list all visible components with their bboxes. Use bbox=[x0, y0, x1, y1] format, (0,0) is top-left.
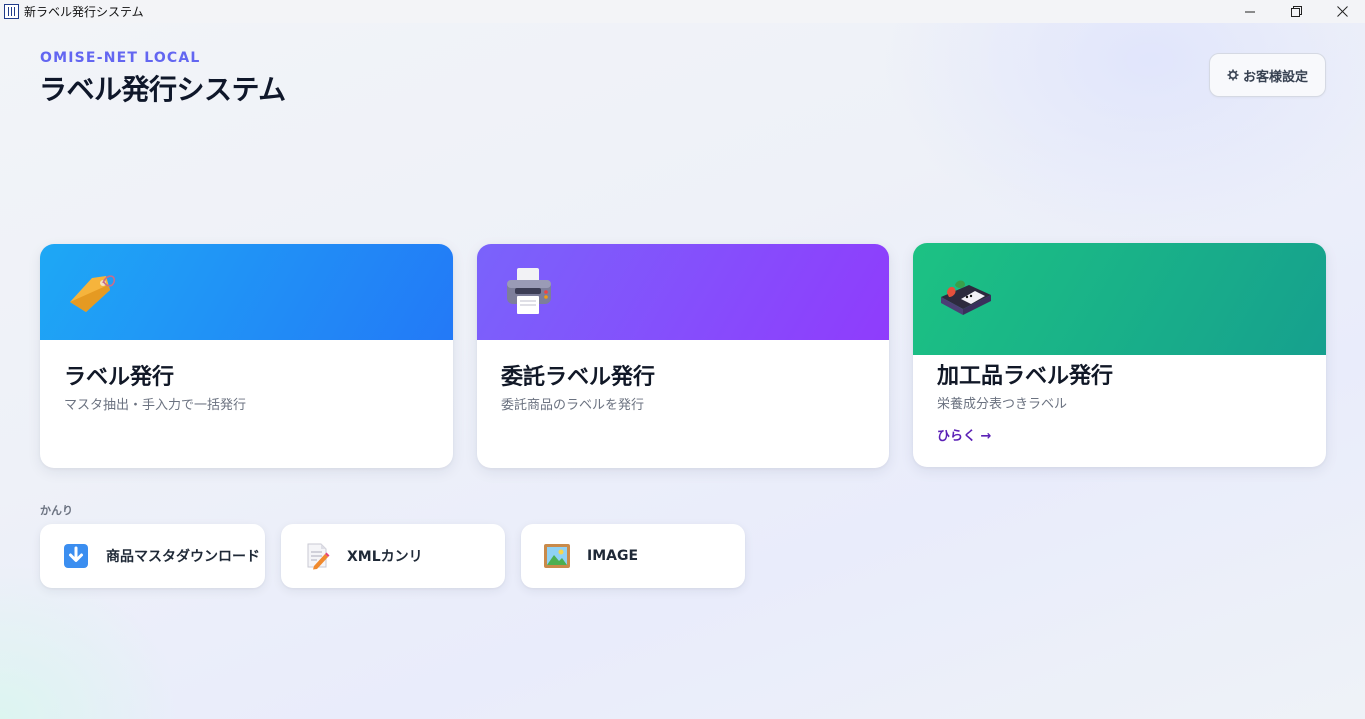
card-header-purple bbox=[477, 244, 889, 340]
download-arrow-icon bbox=[62, 542, 90, 570]
xml-manage-button[interactable]: XMLカンリ bbox=[281, 524, 505, 588]
restore-icon bbox=[1290, 6, 1302, 17]
product-master-download-button[interactable]: 商品マスタダウンロード bbox=[40, 524, 265, 588]
card-header-blue bbox=[40, 244, 453, 340]
framed-picture-icon bbox=[543, 542, 571, 570]
restore-button[interactable] bbox=[1273, 0, 1319, 23]
card-title: ラベル発行 bbox=[64, 365, 175, 390]
gear-icon bbox=[1227, 69, 1239, 81]
card-header-green bbox=[913, 243, 1326, 355]
card-title: 委託ラベル発行 bbox=[501, 365, 656, 390]
consignment-label-card[interactable]: 委託ラベル発行 委託商品のラベルを発行 bbox=[477, 244, 889, 468]
window-titlebar: 新ラベル発行システム bbox=[0, 0, 1365, 23]
printer-icon bbox=[507, 268, 551, 314]
settings-label: お客様設定 bbox=[1242, 69, 1308, 85]
tool-label: IMAGE bbox=[587, 548, 639, 564]
card-description: 委託商品のラベルを発行 bbox=[501, 398, 645, 413]
bento-box-icon bbox=[941, 280, 991, 315]
close-button[interactable] bbox=[1319, 0, 1365, 23]
card-title: 加工品ラベル発行 bbox=[937, 364, 1114, 389]
brand-label: OMISE-NET LOCAL bbox=[40, 50, 201, 66]
tool-label: 商品マスタダウンロード bbox=[106, 549, 260, 565]
card-description: 栄養成分表つきラベル bbox=[937, 397, 1068, 412]
tool-label: XMLカンリ bbox=[347, 549, 423, 565]
image-button[interactable]: IMAGE bbox=[521, 524, 745, 588]
price-tag-icon bbox=[70, 275, 116, 312]
window-controls bbox=[1227, 0, 1365, 23]
label-issue-card[interactable]: ラベル発行 マスタ抽出・手入力で一括発行 bbox=[40, 244, 453, 468]
customer-settings-button[interactable]: お客様設定 bbox=[1209, 53, 1326, 97]
page-title: ラベル発行システム bbox=[39, 73, 286, 106]
section-label: かんり bbox=[40, 504, 73, 517]
window-title: 新ラベル発行システム bbox=[24, 5, 144, 19]
memo-pencil-icon bbox=[303, 542, 331, 570]
minimize-icon bbox=[1245, 11, 1255, 12]
card-description: マスタ抽出・手入力で一括発行 bbox=[64, 398, 247, 413]
app-barcode-icon bbox=[4, 4, 19, 19]
minimize-button[interactable] bbox=[1227, 0, 1273, 23]
open-link[interactable]: ひらく → bbox=[937, 425, 991, 444]
processed-food-label-card[interactable]: 加工品ラベル発行 栄養成分表つきラベル ひらく → bbox=[913, 243, 1326, 467]
close-icon bbox=[1336, 6, 1348, 17]
